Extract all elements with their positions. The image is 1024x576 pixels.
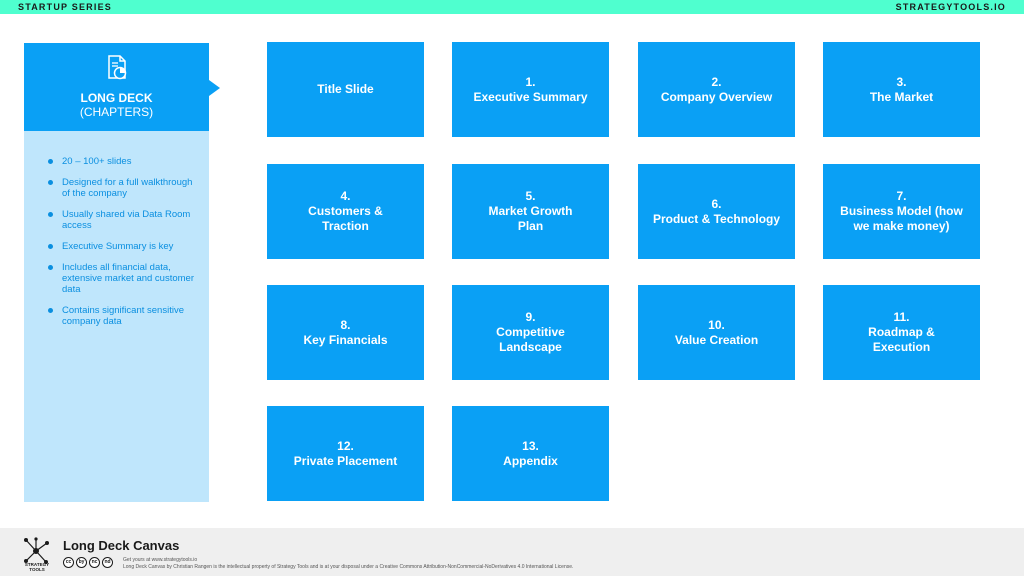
sidebar-arrow <box>209 80 220 96</box>
canvas-title: Long Deck Canvas <box>63 538 180 553</box>
sidebar-bullet-list: 20 – 100+ slides Designed for a full wal… <box>48 156 198 337</box>
chapter-label: Private Placement <box>293 453 398 468</box>
chapter-label: Appendix <box>503 453 558 468</box>
chapter-label: Product & Technology <box>652 211 781 226</box>
chapter-number: 2. <box>711 74 722 89</box>
chapter-tile-company-overview: 2. Company Overview <box>638 42 795 137</box>
bullet-item: Includes all financial data, extensive m… <box>48 262 198 295</box>
chapter-label: Company Overview <box>660 89 773 104</box>
chapter-label: Executive Summary <box>473 89 588 104</box>
chapter-number: 10. <box>708 317 725 332</box>
chapter-number: 13. <box>522 438 539 453</box>
sidebar-subtitle: (CHAPTERS) <box>79 105 154 119</box>
chapter-label: Roadmap & Execution <box>868 325 935 354</box>
cc-license-icons: cc by nc nd <box>63 557 113 568</box>
sidebar-panel: 20 – 100+ slides Designed for a full wal… <box>24 131 209 502</box>
chapter-number: 9. <box>525 310 536 324</box>
by-icon: by <box>76 557 87 568</box>
chapter-number: 6. <box>711 196 722 211</box>
get-yours-text: Get yours at www.strategytools.io <box>123 557 198 563</box>
chapter-tile-market-growth-plan: 5. Market Growth Plan <box>452 164 609 259</box>
chapter-number: 12. <box>337 438 354 453</box>
nd-icon: nd <box>102 557 113 568</box>
chapter-number: 3. <box>896 74 907 89</box>
chapter-label: Market Growth Plan <box>488 204 573 233</box>
chapter-number: 4. <box>340 189 351 203</box>
chapter-tile-key-financials: 8. Key Financials <box>267 285 424 380</box>
sidebar-header: LONG DECK (CHAPTERS) <box>24 43 209 131</box>
chapter-tile-business-model: 7. Business Model (how we make money) <box>823 164 980 259</box>
footer: STRATEGY TOOLS Long Deck Canvas cc by nc… <box>0 528 1024 576</box>
bullet-item: Usually shared via Data Room access <box>48 209 198 231</box>
chapter-tile-customers-traction: 4. Customers & Traction <box>267 164 424 259</box>
chapter-tile-executive-summary: 1. Executive Summary <box>452 42 609 137</box>
license-text: Long Deck Canvas by Christian Rangen is … <box>123 564 574 570</box>
bullet-item: 20 – 100+ slides <box>48 156 198 167</box>
chapter-tile-title-slide: Title Slide <box>267 42 424 137</box>
series-label: STARTUP SERIES <box>18 2 112 12</box>
chapter-tile-appendix: 13. Appendix <box>452 406 609 501</box>
chapter-label: Customers & Traction <box>308 204 383 233</box>
chapter-number: 1. <box>525 74 536 89</box>
chapter-number: 7. <box>896 189 907 203</box>
chapter-number: 8. <box>340 317 351 332</box>
logo-text: STRATEGY TOOLS <box>24 562 50 572</box>
chapter-tile-product-technology: 6. Product & Technology <box>638 164 795 259</box>
chapter-tile-value-creation: 10. Value Creation <box>638 285 795 380</box>
bullet-item: Executive Summary is key <box>48 241 198 252</box>
chapter-tile-competitive-landscape: 9. Competitive Landscape <box>452 285 609 380</box>
cc-icon: cc <box>63 557 74 568</box>
chapter-label: Title Slide <box>317 82 374 96</box>
bullet-item: Contains significant sensitive company d… <box>48 305 198 327</box>
brand-label: STRATEGYTOOLS.IO <box>895 2 1006 12</box>
bullet-item: Designed for a full walkthrough of the c… <box>48 177 198 199</box>
chapter-number: 11. <box>893 310 910 324</box>
chapter-label: Business Model (how we make money) <box>840 204 963 233</box>
document-chart-icon <box>108 55 127 80</box>
chapter-tile-the-market: 3. The Market <box>823 42 980 137</box>
sidebar-title: LONG DECK <box>80 91 153 105</box>
chapter-number: 5. <box>525 189 536 203</box>
chapter-tile-roadmap-execution: 11. Roadmap & Execution <box>823 285 980 380</box>
nc-icon: nc <box>89 557 100 568</box>
chapter-label: Value Creation <box>674 332 759 347</box>
chapter-label: Competitive Landscape <box>496 325 565 354</box>
top-bar: STARTUP SERIES STRATEGYTOOLS.IO <box>0 0 1024 14</box>
chapter-label: The Market <box>869 89 934 104</box>
chapter-label: Key Financials <box>303 332 388 347</box>
chapter-tile-private-placement: 12. Private Placement <box>267 406 424 501</box>
